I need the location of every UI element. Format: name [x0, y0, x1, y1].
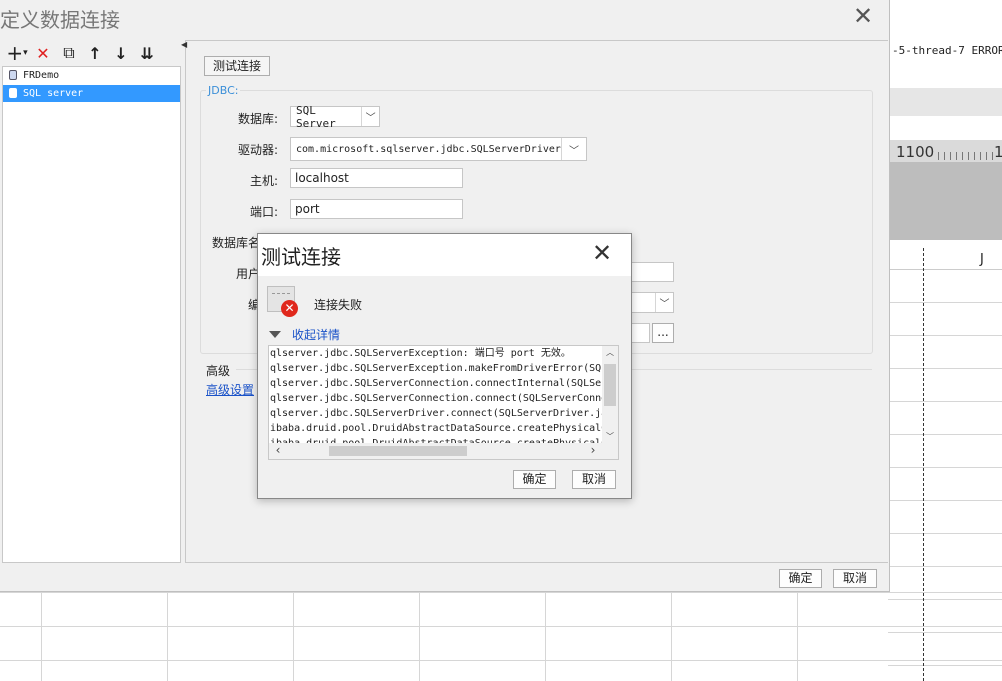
port-input[interactable]: port: [290, 199, 463, 219]
chevron-down-icon: ﹀: [655, 293, 673, 312]
detail-line: qlserver.jdbc.SQLServerException: 端口号 po…: [270, 348, 571, 359]
column-header-row: J: [888, 248, 1002, 270]
port-label: 端口:: [249, 205, 278, 219]
driver-select[interactable]: com.microsoft.sqlserver.jdbc.SQLServerDr…: [290, 137, 587, 161]
log-output-text: -5-thread-7 ERROR [: [888, 40, 1002, 62]
copy-icon: ⧉: [63, 43, 75, 62]
jdbc-group-label: JDBC:: [206, 84, 241, 97]
cancel-button[interactable]: 取消: [833, 569, 877, 588]
database-label: 数据库:: [237, 112, 278, 126]
encoding-label: 编: [247, 298, 260, 312]
grid-column-line: [797, 592, 798, 681]
database-value: SQL Server: [296, 103, 336, 130]
toggle-details-link[interactable]: 收起详情: [292, 326, 340, 343]
add-connection-button[interactable]: + ▾: [6, 41, 28, 65]
close-icon[interactable]: ✕: [590, 240, 614, 266]
scroll-left-icon[interactable]: ‹: [271, 443, 285, 459]
status-message: 连接失败: [314, 298, 363, 312]
scroll-thumb[interactable]: [604, 364, 616, 406]
detail-line: ibaba.druid.pool.DruidAbstractDataSource…: [270, 423, 602, 434]
chevron-down-icon: ﹀: [561, 138, 586, 160]
driver-label: 驱动器:: [237, 143, 278, 157]
database-name-label: 数据库名: [211, 236, 260, 250]
horizontal-scrollbar[interactable]: ‹ ›: [269, 443, 602, 459]
connection-list: FRDemo SQL server: [2, 66, 181, 563]
connection-name: FRDemo: [23, 70, 60, 81]
connection-toolbar: + ▾ ✕ ⧉ ↑ ↓ ⇊: [6, 41, 158, 65]
delete-connection-button[interactable]: ✕: [32, 43, 54, 63]
detail-line: qlserver.jdbc.SQLServerConnection.connec…: [270, 378, 602, 389]
chevron-down-icon: ▾: [23, 48, 28, 58]
list-item[interactable]: SQL server: [3, 85, 180, 102]
error-details-box[interactable]: qlserver.jdbc.SQLServerException: 端口号 po…: [268, 345, 619, 460]
advanced-section-label: 高级: [206, 364, 231, 378]
driver-value: com.microsoft.sqlserver.jdbc.SQLServerDr…: [296, 143, 561, 155]
arrow-down-icon: ↓: [114, 43, 128, 63]
ruler-ticks: [938, 152, 993, 160]
page-gray-area: [888, 162, 1002, 240]
modal-cancel-button[interactable]: 取消: [572, 470, 616, 489]
sort-button[interactable]: ⇊: [136, 43, 158, 63]
close-icon[interactable]: ✕: [850, 4, 876, 30]
grid-column-line: [41, 592, 42, 681]
scroll-up-icon[interactable]: ︿: [602, 346, 618, 360]
list-item[interactable]: FRDemo: [3, 67, 180, 84]
modal-title: 测试连接: [261, 245, 341, 269]
host-input[interactable]: localhost: [290, 168, 463, 188]
sheet-grid-bottom[interactable]: [0, 592, 1002, 681]
browse-button[interactable]: ...: [652, 323, 674, 343]
collapse-triangle-icon[interactable]: [269, 331, 281, 338]
error-x-icon: ✕: [281, 300, 298, 317]
detail-line: qlserver.jdbc.SQLServerConnection.connec…: [270, 393, 602, 404]
error-icon: ✕: [267, 286, 299, 318]
database-icon: [9, 70, 17, 80]
move-down-button[interactable]: ↓: [110, 43, 132, 63]
collapse-panel-icon[interactable]: ◀: [181, 41, 187, 49]
scrollbar-corner: [602, 443, 618, 459]
page-break-line: [923, 248, 924, 681]
delete-icon: ✕: [36, 43, 50, 63]
grid-column-line: [293, 592, 294, 681]
host-label: 主机:: [249, 174, 278, 188]
scroll-thumb[interactable]: [329, 446, 467, 456]
ruler-label-next: 1: [994, 143, 1002, 161]
ok-button[interactable]: 确定: [779, 569, 822, 588]
vertical-scrollbar[interactable]: ︿ ﹀: [602, 346, 618, 444]
connection-name: SQL server: [23, 88, 84, 99]
grid-column-line: [167, 592, 168, 681]
column-header-j[interactable]: J: [980, 252, 984, 267]
scroll-right-icon[interactable]: ›: [586, 443, 600, 459]
sort-icon: ⇊: [140, 43, 154, 63]
database-select[interactable]: SQL Server ﹀: [290, 103, 380, 130]
error-details-text: qlserver.jdbc.SQLServerException: 端口号 po…: [269, 346, 602, 444]
chevron-down-icon: ﹀: [361, 107, 379, 126]
advanced-settings-link[interactable]: 高级设置: [206, 381, 254, 398]
ruler-label: 1100: [896, 143, 935, 161]
grid-column-line: [671, 592, 672, 681]
move-up-button[interactable]: ↑: [84, 43, 106, 63]
test-connection-button[interactable]: 测试连接: [204, 56, 270, 76]
plus-icon: +: [6, 41, 24, 65]
grid-column-line: [419, 592, 420, 681]
scroll-down-icon[interactable]: ﹀: [602, 430, 618, 444]
ruler: 1100 1: [888, 140, 1002, 162]
username-label: 用户: [235, 267, 260, 281]
dialog-title: 定义数据连接: [0, 8, 120, 32]
toolbar-band: [888, 88, 1002, 116]
detail-line: qlserver.jdbc.SQLServerException.makeFro…: [270, 363, 602, 374]
detail-line: qlserver.jdbc.SQLServerDriver.connect(SQ…: [270, 408, 602, 419]
copy-connection-button[interactable]: ⧉: [58, 43, 80, 63]
arrow-up-icon: ↑: [88, 43, 102, 63]
database-icon: [9, 88, 17, 98]
grid-column-line: [545, 592, 546, 681]
modal-ok-button[interactable]: 确定: [513, 470, 556, 489]
